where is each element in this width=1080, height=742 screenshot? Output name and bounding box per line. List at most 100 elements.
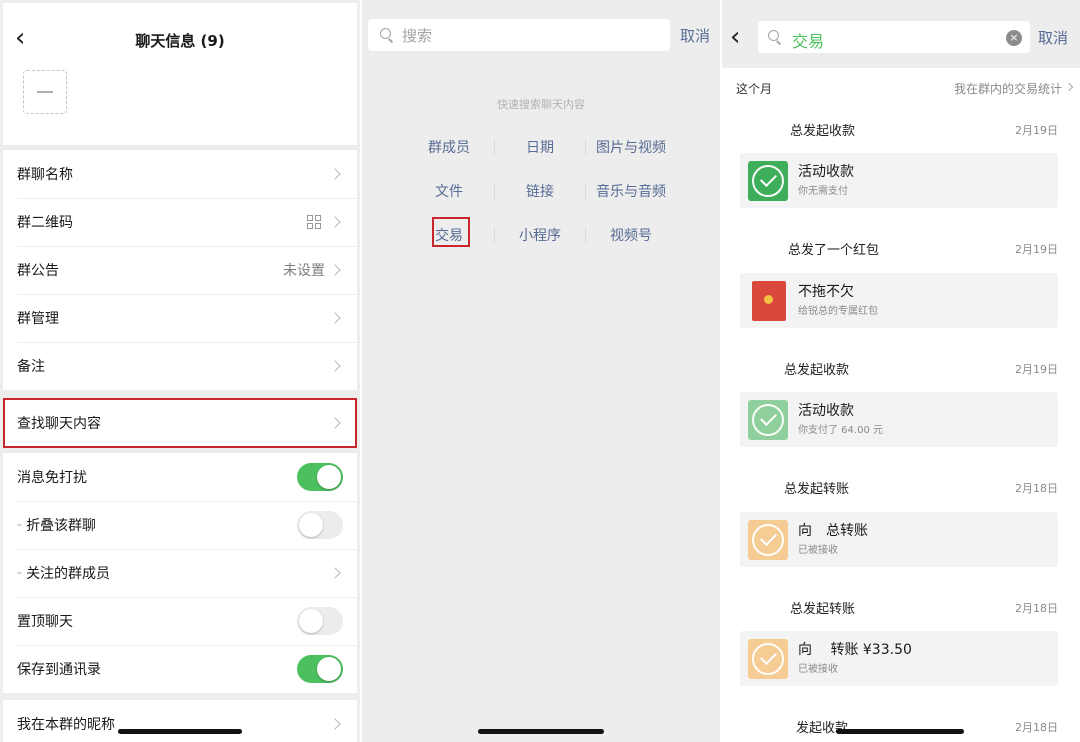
category-media[interactable]: 图片与视频	[586, 137, 676, 157]
row-fold-chat: - 折叠该群聊	[3, 501, 357, 549]
message-title: 总发起收款	[790, 124, 856, 139]
message-date: 2月19日	[1015, 363, 1058, 376]
check-circle-icon	[748, 161, 788, 201]
card-subtitle: 已被接收	[798, 664, 838, 675]
indent-dash: -	[17, 565, 23, 581]
message-date: 2月19日	[1015, 243, 1058, 256]
row-followed-members[interactable]: - 关注的群成员	[3, 549, 357, 597]
transaction-card[interactable]: 不拖不欠 给锐总的专属红包	[740, 273, 1058, 328]
clear-icon[interactable]: ×	[1006, 30, 1022, 46]
search-placeholder: 搜索	[402, 27, 433, 45]
transaction-stats-link[interactable]: 我在群内的交易统计	[954, 80, 1062, 97]
transaction-card[interactable]: 活动收款 你无需支付	[740, 153, 1058, 208]
cancel-button[interactable]: 取消	[680, 25, 710, 46]
results-panel: ‹ 交易 × 取消 这个月 我在群内的交易统计 总发起收款 2月19日 活动收款…	[722, 0, 1080, 742]
row-remark[interactable]: 备注	[3, 342, 357, 390]
category-transactions[interactable]: 交易	[404, 225, 494, 245]
search-hint: 快速搜索聊天内容	[497, 98, 585, 111]
home-indicator	[478, 729, 604, 734]
message-title: 总发了一个红包	[788, 243, 880, 258]
chat-info-panel: ‹ 聊天信息 (9) 群聊名称 群二维码 群公告 未设置 群管理 备注 查找聊天…	[0, 0, 360, 742]
category-links[interactable]: 链接	[495, 181, 585, 201]
month-header: 这个月	[736, 82, 773, 96]
qr-code-icon	[307, 215, 321, 229]
row-label: 查找聊天内容	[17, 416, 101, 432]
row-save-contacts: 保存到通讯录	[3, 645, 357, 693]
row-label: 群公告	[17, 263, 59, 279]
category-date[interactable]: 日期	[495, 137, 585, 157]
row-group-name[interactable]: 群聊名称	[3, 150, 357, 198]
search-query: 交易	[792, 32, 825, 51]
divider	[585, 183, 586, 199]
row-group-notice[interactable]: 群公告 未设置	[3, 246, 357, 294]
divider	[494, 183, 495, 199]
home-indicator	[836, 729, 964, 734]
pin-chat-toggle[interactable]	[297, 607, 343, 635]
settings-group-nickname: 我在本群的昵称	[3, 700, 357, 742]
card-subtitle: 你支付了 64.00 元	[798, 425, 883, 436]
row-label: 群聊名称	[17, 167, 73, 183]
red-packet-icon	[752, 281, 786, 321]
check-circle-icon	[748, 520, 788, 560]
check-circle-icon	[748, 400, 788, 440]
category-files[interactable]: 文件	[404, 181, 494, 201]
card-title: 活动收款	[798, 403, 854, 419]
chevron-right-icon	[329, 312, 341, 324]
message-title: 总发起转账	[790, 602, 856, 617]
row-my-nickname[interactable]: 我在本群的昵称	[3, 700, 357, 742]
transaction-card[interactable]: 活动收款 你支付了 64.00 元	[740, 392, 1058, 447]
results-list: 这个月 我在群内的交易统计 总发起收款 2月19日 活动收款 你无需支付 总发了…	[722, 68, 1080, 742]
cancel-button[interactable]: 取消	[1038, 27, 1068, 48]
category-music[interactable]: 音乐与音频	[586, 181, 676, 201]
divider	[494, 139, 495, 155]
row-value: 未设置	[283, 263, 325, 279]
save-contacts-toggle[interactable]	[297, 655, 343, 683]
row-find-chat-content[interactable]: 查找聊天内容	[3, 398, 357, 448]
row-label: 置顶聊天	[17, 614, 73, 630]
chevron-right-icon	[329, 216, 341, 228]
chat-info-header: ‹ 聊天信息 (9)	[3, 3, 357, 145]
chevron-right-icon	[329, 360, 341, 372]
card-title: 活动收款	[798, 164, 854, 180]
row-label: 保存到通讯录	[17, 662, 101, 678]
category-mini-programs[interactable]: 小程序	[495, 225, 585, 245]
message-title: 总发起转账	[784, 482, 850, 497]
card-title: 向 总转账	[798, 523, 868, 539]
row-group-manage[interactable]: 群管理	[3, 294, 357, 342]
indent-dash: -	[17, 517, 23, 533]
add-member-button[interactable]	[23, 70, 67, 114]
message-title: 总发起收款	[784, 363, 850, 378]
divider	[585, 227, 586, 243]
divider	[494, 227, 495, 243]
card-title: 不拖不欠	[798, 284, 854, 300]
chevron-right-icon	[329, 264, 341, 276]
transaction-card[interactable]: 向 转账 ¥33.50 已被接收	[740, 631, 1058, 686]
mute-toggle[interactable]	[297, 463, 343, 491]
card-subtitle: 你无需支付	[798, 186, 848, 197]
row-label: 关注的群成员	[26, 566, 111, 582]
chevron-right-icon	[329, 567, 341, 579]
chevron-right-icon	[1064, 82, 1074, 92]
row-label: 折叠该群聊	[26, 518, 97, 534]
card-title: 向 转账 ¥33.50	[798, 642, 912, 658]
category-members[interactable]: 群成员	[404, 137, 494, 157]
search-icon	[768, 30, 782, 44]
category-channels[interactable]: 视频号	[586, 225, 676, 245]
settings-group-find: 查找聊天内容	[3, 398, 357, 448]
row-label: 群管理	[17, 311, 59, 327]
message-date: 2月19日	[1015, 124, 1058, 137]
card-subtitle: 给锐总的专属红包	[798, 306, 878, 317]
chevron-right-icon	[329, 168, 341, 180]
row-label: 群二维码	[17, 215, 73, 231]
search-input[interactable]: 搜索	[368, 19, 670, 51]
back-arrow-icon[interactable]: ‹	[730, 24, 740, 50]
transaction-card[interactable]: 向 总转账 已被接收	[740, 512, 1058, 567]
card-subtitle: 已被接收	[798, 545, 838, 556]
settings-group-toggles: 消息免打扰 - 折叠该群聊 - 关注的群成员 置顶聊天 保存到通讯录	[3, 453, 357, 693]
row-group-qrcode[interactable]: 群二维码	[3, 198, 357, 246]
row-mute: 消息免打扰	[3, 453, 357, 501]
fold-chat-toggle[interactable]	[297, 511, 343, 539]
row-label: 备注	[17, 359, 45, 375]
settings-group-basic: 群聊名称 群二维码 群公告 未设置 群管理 备注	[3, 150, 357, 390]
search-icon	[380, 28, 394, 42]
